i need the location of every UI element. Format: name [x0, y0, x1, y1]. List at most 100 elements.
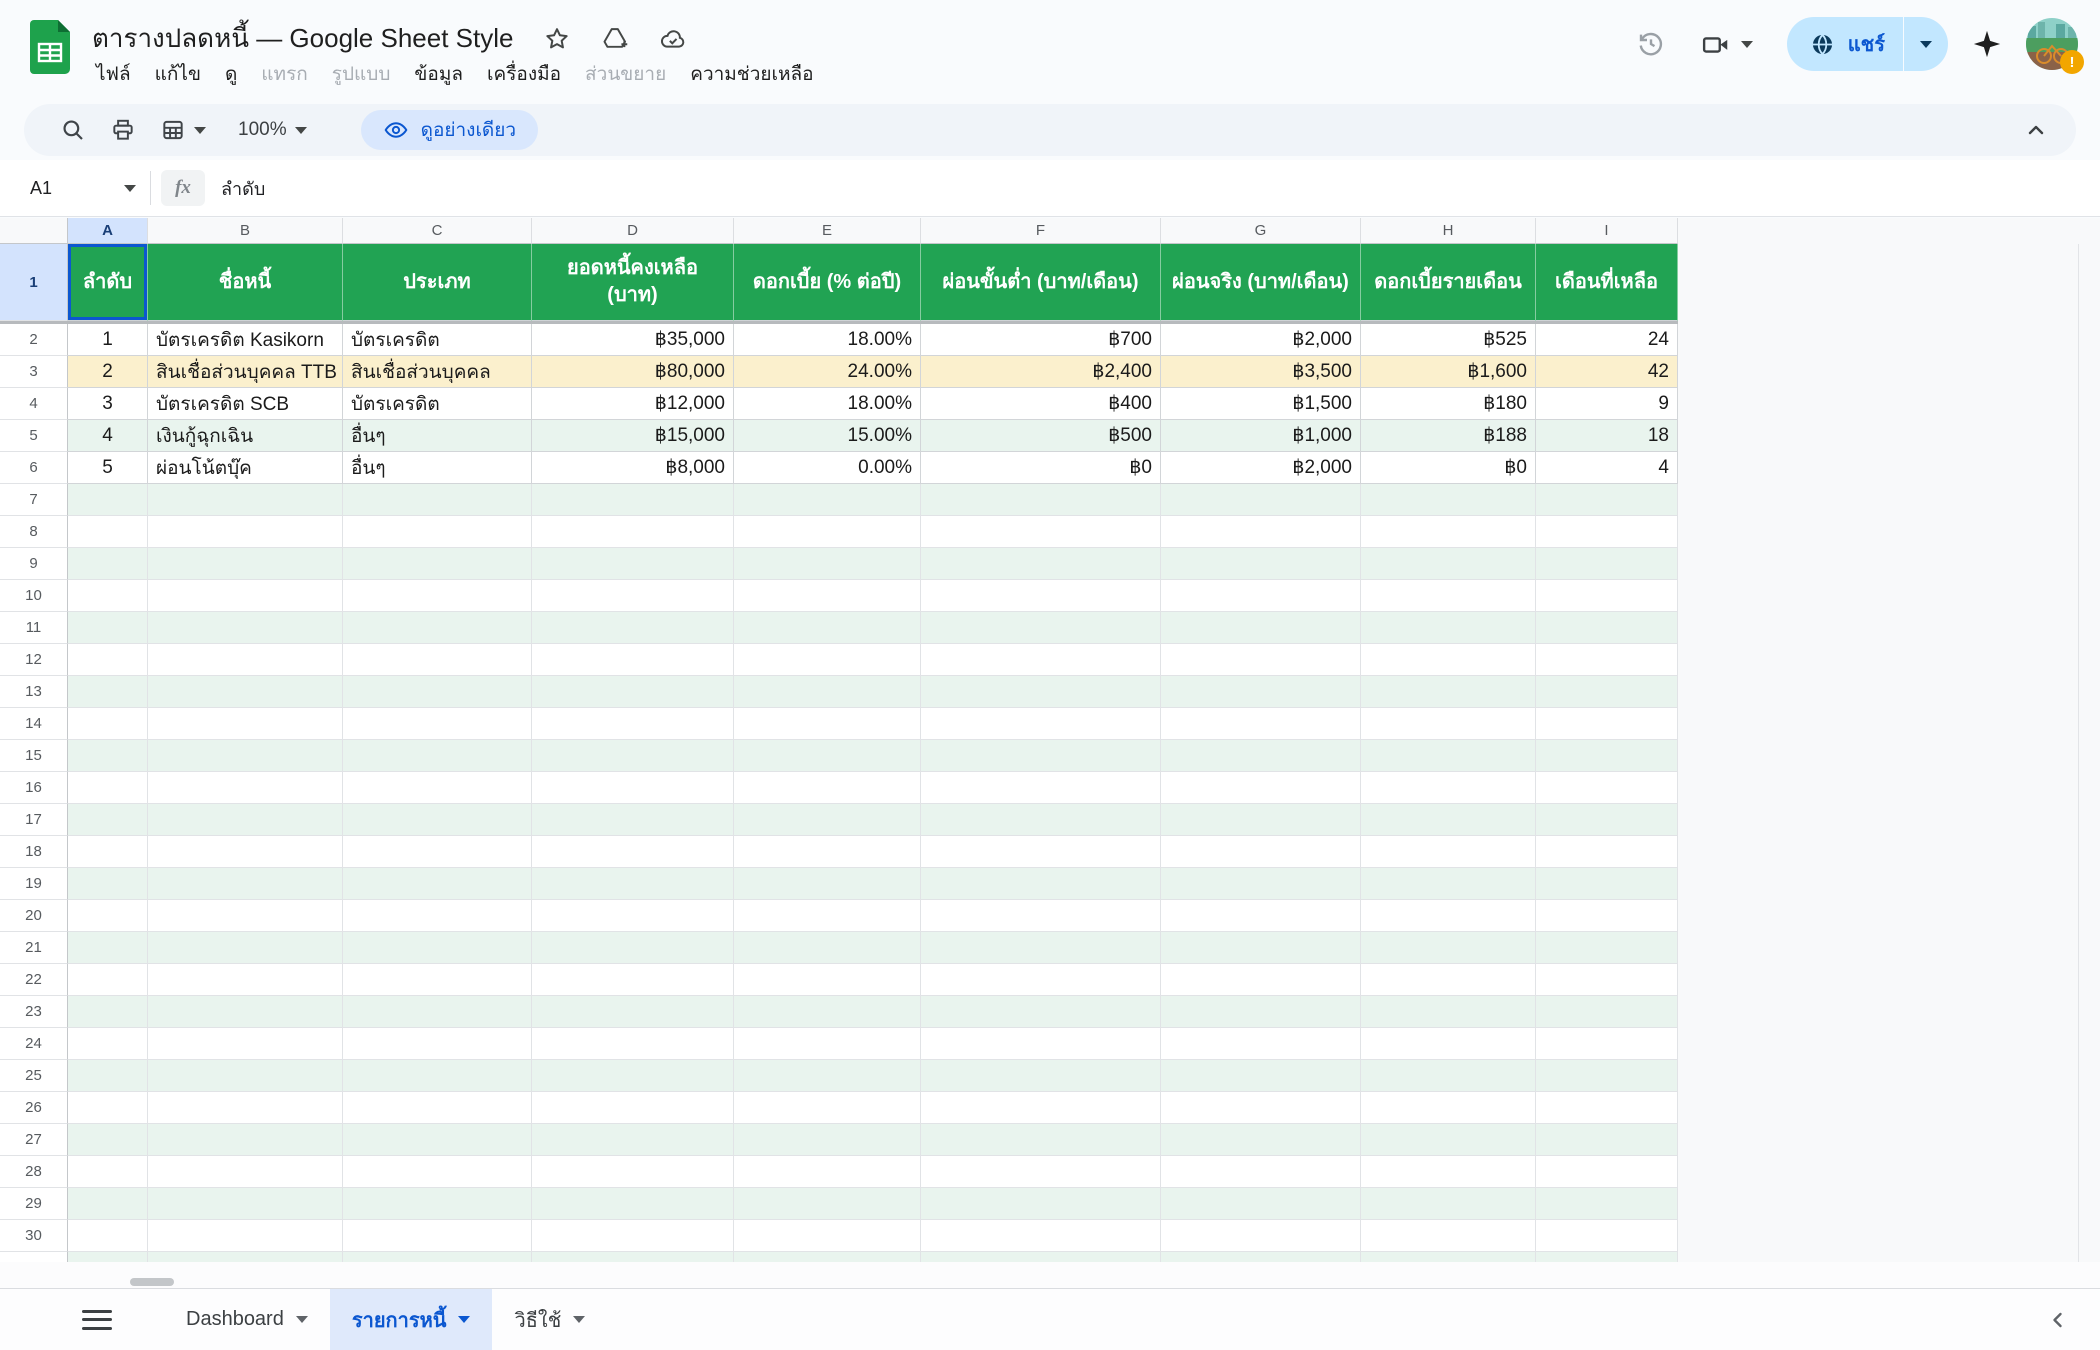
cell-E9[interactable]: [734, 548, 921, 580]
document-title[interactable]: ตารางปลดหนี้ — Google Sheet Style: [92, 18, 513, 59]
cell-F16[interactable]: [921, 772, 1161, 804]
cell-D18[interactable]: [532, 836, 734, 868]
cell-I28[interactable]: [1536, 1156, 1678, 1188]
cell-C25[interactable]: [343, 1060, 532, 1092]
cell-I6[interactable]: 4: [1536, 452, 1678, 484]
row-header-16[interactable]: 16: [0, 772, 68, 804]
cell-A29[interactable]: [68, 1188, 148, 1220]
cell-C20[interactable]: [343, 900, 532, 932]
cell-I30[interactable]: [1536, 1220, 1678, 1252]
cell-H16[interactable]: [1361, 772, 1536, 804]
cell-I16[interactable]: [1536, 772, 1678, 804]
cell-A2[interactable]: 1: [68, 324, 148, 356]
cell-B3[interactable]: สินเชื่อส่วนบุคคล TTB: [148, 356, 343, 388]
cell-C2[interactable]: บัตรเครดิต: [343, 324, 532, 356]
cell-I9[interactable]: [1536, 548, 1678, 580]
column-header-B[interactable]: B: [148, 218, 343, 244]
cell-G31[interactable]: [1161, 1252, 1361, 1262]
cell-F5[interactable]: ฿500: [921, 420, 1161, 452]
cell-H6[interactable]: ฿0: [1361, 452, 1536, 484]
cell-H15[interactable]: [1361, 740, 1536, 772]
cell-G26[interactable]: [1161, 1092, 1361, 1124]
header-cell-I1[interactable]: เดือนที่เหลือ: [1536, 244, 1678, 321]
row-header-31[interactable]: [0, 1252, 68, 1262]
cell-C30[interactable]: [343, 1220, 532, 1252]
cell-A5[interactable]: 4: [68, 420, 148, 452]
print-button[interactable]: [98, 117, 148, 143]
cell-I5[interactable]: 18: [1536, 420, 1678, 452]
cell-B5[interactable]: เงินกู้ฉุกเฉิน: [148, 420, 343, 452]
cell-D2[interactable]: ฿35,000: [532, 324, 734, 356]
cell-D9[interactable]: [532, 548, 734, 580]
cell-E2[interactable]: 18.00%: [734, 324, 921, 356]
cell-B28[interactable]: [148, 1156, 343, 1188]
row-header-25[interactable]: 25: [0, 1060, 68, 1092]
cell-I13[interactable]: [1536, 676, 1678, 708]
cell-I3[interactable]: 42: [1536, 356, 1678, 388]
search-button[interactable]: [48, 117, 98, 143]
row-header-6[interactable]: 6: [0, 452, 68, 484]
cell-D6[interactable]: ฿8,000: [532, 452, 734, 484]
version-history-icon[interactable]: [1635, 28, 1667, 60]
formula-input[interactable]: ลำดับ: [221, 174, 265, 203]
cell-B21[interactable]: [148, 932, 343, 964]
cell-B12[interactable]: [148, 644, 343, 676]
cell-H28[interactable]: [1361, 1156, 1536, 1188]
cell-A3[interactable]: 2: [68, 356, 148, 388]
column-header-G[interactable]: G: [1161, 218, 1361, 244]
row-header-14[interactable]: 14: [0, 708, 68, 740]
cell-C6[interactable]: อื่นๆ: [343, 452, 532, 484]
cell-H30[interactable]: [1361, 1220, 1536, 1252]
cell-B9[interactable]: [148, 548, 343, 580]
row-header-8[interactable]: 8: [0, 516, 68, 548]
cell-I18[interactable]: [1536, 836, 1678, 868]
cell-H19[interactable]: [1361, 868, 1536, 900]
cell-D12[interactable]: [532, 644, 734, 676]
cell-D7[interactable]: [532, 484, 734, 516]
cell-E22[interactable]: [734, 964, 921, 996]
cell-E28[interactable]: [734, 1156, 921, 1188]
cell-D21[interactable]: [532, 932, 734, 964]
cell-E20[interactable]: [734, 900, 921, 932]
cell-H2[interactable]: ฿525: [1361, 324, 1536, 356]
cell-D5[interactable]: ฿15,000: [532, 420, 734, 452]
cell-B20[interactable]: [148, 900, 343, 932]
cell-B6[interactable]: ผ่อนโน้ตบุ๊ค: [148, 452, 343, 484]
cell-H31[interactable]: [1361, 1252, 1536, 1262]
cell-H25[interactable]: [1361, 1060, 1536, 1092]
cell-G27[interactable]: [1161, 1124, 1361, 1156]
cell-G13[interactable]: [1161, 676, 1361, 708]
name-box[interactable]: A1: [0, 178, 150, 199]
cell-F31[interactable]: [921, 1252, 1161, 1262]
cell-E17[interactable]: [734, 804, 921, 836]
cell-C17[interactable]: [343, 804, 532, 836]
cell-H27[interactable]: [1361, 1124, 1536, 1156]
cell-E23[interactable]: [734, 996, 921, 1028]
row-header-2[interactable]: 2: [0, 324, 68, 356]
header-cell-A1[interactable]: ลำดับ: [68, 244, 148, 321]
cell-I27[interactable]: [1536, 1124, 1678, 1156]
row-header-13[interactable]: 13: [0, 676, 68, 708]
cell-F18[interactable]: [921, 836, 1161, 868]
cell-B18[interactable]: [148, 836, 343, 868]
cell-I25[interactable]: [1536, 1060, 1678, 1092]
cell-A13[interactable]: [68, 676, 148, 708]
cell-D26[interactable]: [532, 1092, 734, 1124]
cell-D22[interactable]: [532, 964, 734, 996]
cell-F21[interactable]: [921, 932, 1161, 964]
cell-H21[interactable]: [1361, 932, 1536, 964]
cell-F8[interactable]: [921, 516, 1161, 548]
cell-H5[interactable]: ฿188: [1361, 420, 1536, 452]
cell-I4[interactable]: 9: [1536, 388, 1678, 420]
cell-C12[interactable]: [343, 644, 532, 676]
view-only-badge[interactable]: ดูอย่างเดียว: [361, 110, 538, 150]
cell-B10[interactable]: [148, 580, 343, 612]
cell-B17[interactable]: [148, 804, 343, 836]
cell-I15[interactable]: [1536, 740, 1678, 772]
cell-D28[interactable]: [532, 1156, 734, 1188]
select-all-corner[interactable]: [0, 218, 68, 244]
cell-F10[interactable]: [921, 580, 1161, 612]
cell-A17[interactable]: [68, 804, 148, 836]
cell-E15[interactable]: [734, 740, 921, 772]
cell-A4[interactable]: 3: [68, 388, 148, 420]
